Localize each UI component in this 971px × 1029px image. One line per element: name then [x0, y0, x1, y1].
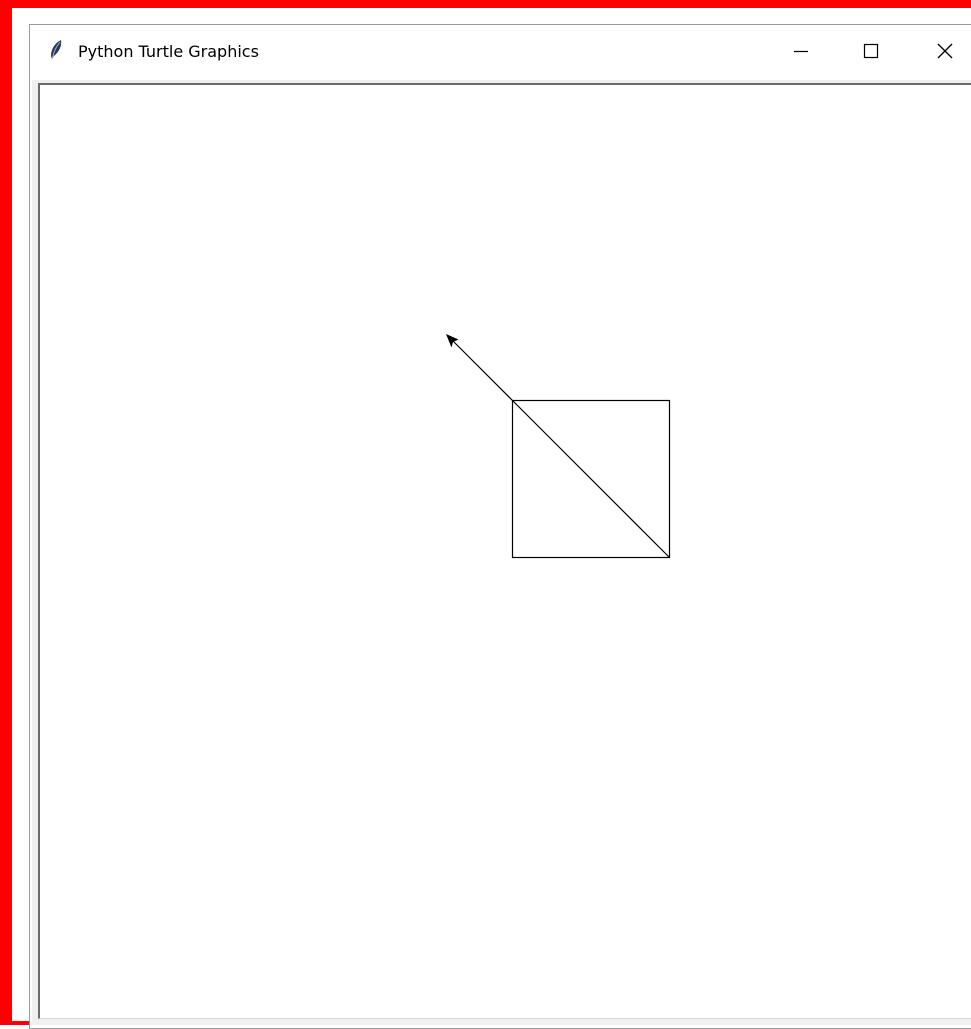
feather-icon	[48, 39, 64, 61]
title-bar[interactable]: Python Turtle Graphics	[30, 25, 971, 77]
minimize-button[interactable]	[778, 35, 824, 67]
turtle-cursor-icon	[446, 334, 459, 348]
drawn-diagonal-line	[512, 400, 670, 558]
close-button[interactable]	[922, 35, 968, 67]
turtle-window: Python Turtle Graphics	[29, 24, 971, 1029]
turtle-canvas[interactable]	[38, 83, 971, 1019]
highlight-frame: Python Turtle Graphics	[0, 0, 971, 1029]
drawing-surface	[446, 334, 671, 559]
window-client-area	[32, 80, 971, 1025]
close-icon	[937, 43, 953, 59]
minimize-icon	[794, 50, 808, 53]
window-title: Python Turtle Graphics	[78, 42, 259, 61]
maximize-icon	[863, 43, 879, 59]
maximize-button[interactable]	[848, 35, 894, 67]
drawn-heading-line	[448, 336, 513, 401]
